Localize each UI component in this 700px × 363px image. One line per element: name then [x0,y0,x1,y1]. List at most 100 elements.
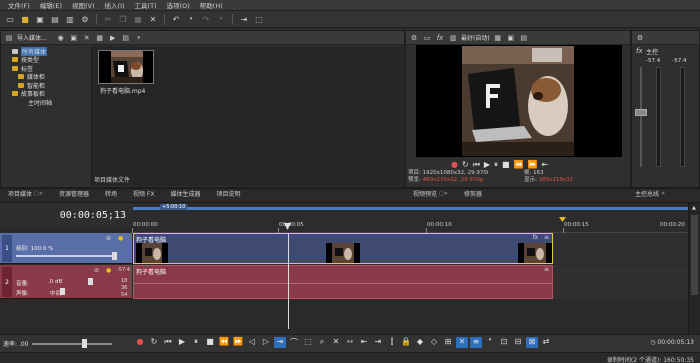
prev-frame-icon[interactable]: ◁ [246,337,258,348]
split-icon[interactable]: ⫿ [386,337,398,348]
video-event[interactable]: 狗子看电脑 fx ≡ [133,233,553,264]
tree-item-by-type[interactable]: 按类型 [4,56,89,64]
scroll-thumb[interactable] [691,215,698,295]
ripple-mode-icon[interactable]: ▾ [484,337,496,348]
auto-preview-icon[interactable]: ▶ [108,34,118,42]
open-folder-icon[interactable]: ■ [19,13,31,25]
trim-end-icon[interactable]: ⇥ [372,337,384,348]
media-thumbnail[interactable] [98,50,154,84]
rate-slider-thumb[interactable] [82,339,87,348]
loop-playback-icon[interactable]: ↻ [148,337,160,348]
timeline-vertical-scrollbar[interactable]: ▲ [688,203,700,335]
loop-icon[interactable]: ↻ [462,160,469,170]
new-file-icon[interactable]: ▭ [4,13,16,25]
properties-icon[interactable]: ▥ [64,13,76,25]
views-dropdown-icon[interactable]: ▾ [134,35,144,41]
tree-item-all-media[interactable]: 所有媒体 [4,46,89,56]
views-icon[interactable]: ▤ [121,34,131,42]
solo-icon[interactable]: ● [118,235,123,242]
preview-settings-icon[interactable]: ⚙ [409,34,419,42]
menu-edit[interactable]: 编辑(E) [35,0,67,10]
tree-item-main-timeline[interactable]: 主时间轴 [4,98,89,107]
master-fx-icon[interactable]: fx [636,47,643,55]
external-monitor-icon[interactable]: ▭ [422,34,432,42]
video-level-slider[interactable] [16,255,116,257]
ignore-grouping-icon[interactable]: ⊟ [512,337,524,348]
save-snapshot-icon[interactable]: ▤ [519,34,529,42]
audio-event[interactable]: 狗子看电脑 ≡ [133,265,553,299]
video-track-level[interactable]: 级别: 100.0 % [16,244,53,252]
tree-item-storyboard-bins[interactable]: 故事板柜 [4,90,89,98]
delete-icon[interactable]: ✕ [330,337,342,348]
tab-project-media[interactable]: 项目媒体 ▢✕ [0,189,51,199]
overlays-icon[interactable]: ▦ [493,34,503,42]
import-media-button[interactable]: 导入媒体... [17,33,47,42]
loop-region-bar[interactable] [133,207,688,210]
volume-slider-thumb[interactable] [88,278,93,285]
audio-track-empty[interactable] [553,265,688,299]
mute-icon[interactable]: ⊘ [106,235,111,242]
menu-tools[interactable]: 工具(T) [130,0,162,10]
preview-video-area[interactable] [416,45,622,157]
play-icon[interactable]: ▶ [176,337,188,348]
redo-dropdown-icon[interactable]: ▾ [215,13,227,25]
next-frame-icon[interactable]: ⏩ [528,160,538,170]
selection-edit-tool-icon[interactable]: ⬚ [302,337,314,348]
video-track-empty[interactable] [553,233,688,264]
normal-edit-tool-icon[interactable]: ⇥ [274,337,286,348]
volume-value[interactable]: .0 dB [48,279,62,285]
pause-icon[interactable]: ⏸ [494,160,498,170]
audio-track-header[interactable]: 2 -57.4 ⊘ ● 音量: .0 dB 声像: 中间 18 36 54 [0,265,132,299]
copy-icon[interactable]: ❐ [117,13,129,25]
tab-video-preview[interactable]: 视频预览 ▢✕ [405,189,456,199]
tab-video-fx[interactable]: 视频 FX [125,189,162,198]
mute-icon[interactable]: ⊘ [94,267,99,274]
capture-icon[interactable]: ◉ [56,34,66,42]
undo-icon[interactable]: ↶ [170,13,182,25]
menu-file[interactable]: 文件(F) [3,0,35,10]
tab-project-notes[interactable]: 项目说明 [208,189,248,198]
auto-scroll-icon[interactable]: ⇄ [540,337,552,348]
close-icon[interactable]: ▢✕ [34,191,43,197]
play-from-start-icon[interactable]: ⏮ [473,160,480,170]
selection-tool-icon[interactable]: ⬚ [253,13,265,25]
event-menu-icon[interactable]: ≡ [544,266,549,273]
menu-help[interactable]: 帮助(H) [195,0,228,10]
master-settings-icon[interactable]: ⚙ [635,34,645,42]
mark-in-icon[interactable]: ⇤ [542,160,549,170]
split-screen-icon[interactable]: ▥ [448,34,458,42]
tab-media-generators[interactable]: 媒体生成器 [162,189,208,198]
close-icon[interactable]: ▢✕ [439,191,448,197]
timeline-cursor[interactable] [288,233,289,329]
lock-icon[interactable]: 🔒 [400,337,412,348]
pan-slider-thumb[interactable] [60,288,65,295]
render-icon[interactable]: ▤ [49,13,61,25]
marker-icon[interactable]: ◆ [414,337,426,348]
auto-ripple-icon[interactable]: ≡ [470,337,482,348]
snap-icon[interactable]: ⊞ [442,337,454,348]
stop-icon[interactable]: ■ [502,160,510,170]
menu-options[interactable]: 选项(O) [162,0,195,10]
paste-icon[interactable]: ▦ [132,13,144,25]
video-track-header[interactable]: 1 级别: 100.0 % ⊘ ● [0,233,132,264]
audio-monitor-icon[interactable]: ● [451,160,458,170]
event-menu-icon[interactable]: ≡ [544,234,549,241]
copy-snapshot-icon[interactable]: ▣ [506,34,516,42]
undo-dropdown-icon[interactable]: ▾ [185,13,197,25]
play-icon[interactable]: ▶ [484,160,490,170]
normal-edit-tool-icon[interactable]: ⇥ [238,13,250,25]
menu-insert[interactable]: 插入(I) [100,0,130,10]
trim-start-icon[interactable]: ⇤ [358,337,370,348]
play-from-start-icon[interactable]: ⏮ [162,337,174,348]
get-media-icon[interactable]: ▣ [69,34,79,42]
master-fader[interactable] [635,109,647,116]
delete-icon[interactable]: ✕ [147,13,159,25]
import-media-icon[interactable]: ▤ [4,34,14,42]
next-frame-icon[interactable]: ▷ [260,337,272,348]
prev-frame-icon[interactable]: ⏪ [514,160,524,170]
record-icon[interactable]: ● [134,337,146,348]
tree-item-media-bins[interactable]: 媒体柜 [4,73,89,81]
go-to-end-icon[interactable]: ⏩ [232,337,244,348]
media-fx-icon[interactable]: ▦ [95,34,105,42]
preview-quality-dropdown[interactable]: 最好(自动) [461,33,490,42]
